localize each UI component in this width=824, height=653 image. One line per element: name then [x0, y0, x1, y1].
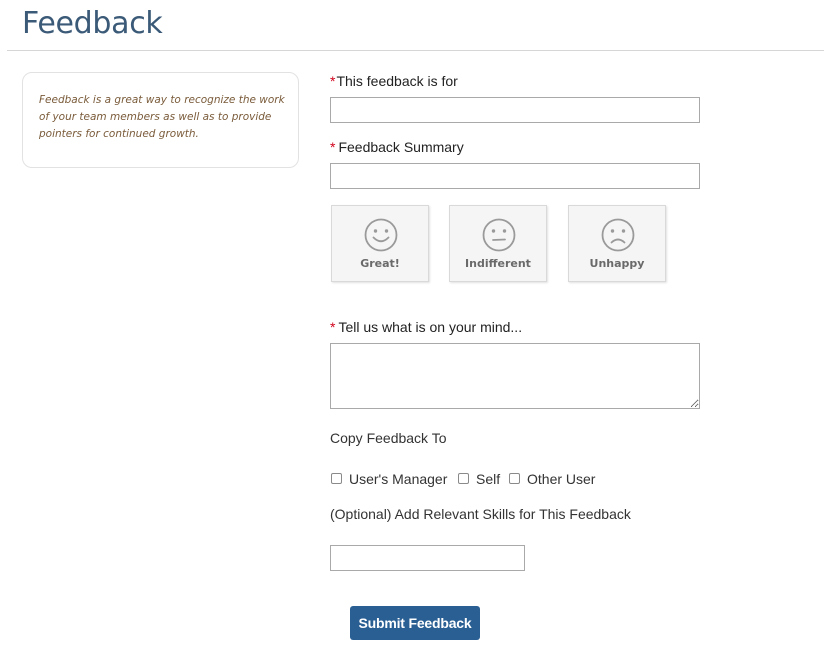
header-divider	[7, 50, 824, 51]
feedback-for-label: *This feedback is for	[330, 73, 458, 89]
submit-feedback-button[interactable]: Submit Feedback	[350, 606, 480, 640]
copy-other-user-label[interactable]: Other User	[527, 471, 595, 487]
copy-other-user-checkbox[interactable]	[509, 473, 520, 484]
copy-feedback-label: Copy Feedback To	[330, 430, 447, 446]
feedback-for-label-text: This feedback is for	[336, 73, 458, 89]
mood-great-button[interactable]: Great!	[331, 205, 429, 282]
copy-self-label[interactable]: Self	[476, 471, 500, 487]
neutral-face-icon	[482, 218, 516, 252]
required-marker: *	[330, 319, 336, 335]
copy-managers-label[interactable]: User's Manager	[349, 471, 447, 487]
mood-indifferent-button[interactable]: Indifferent	[449, 205, 547, 282]
mind-label-text: Tell us what is on your mind...	[338, 319, 523, 335]
sad-face-icon	[601, 218, 635, 252]
skills-label: (Optional) Add Relevant Skills for This …	[330, 506, 631, 522]
required-marker: *	[330, 73, 336, 89]
mood-unhappy-label: Unhappy	[589, 257, 645, 270]
summary-label-text: Feedback Summary	[338, 139, 464, 155]
mind-label: * Tell us what is on your mind...	[330, 319, 522, 335]
smile-face-icon	[364, 218, 398, 252]
copy-managers-checkbox[interactable]	[331, 473, 342, 484]
page-title: Feedback	[22, 6, 163, 41]
info-box: Feedback is a great way to recognize the…	[22, 72, 299, 168]
feedback-summary-input[interactable]	[330, 163, 700, 189]
mood-unhappy-button[interactable]: Unhappy	[568, 205, 666, 282]
summary-label: * Feedback Summary	[330, 139, 464, 155]
mind-textarea[interactable]	[330, 343, 700, 409]
mood-great-label: Great!	[360, 257, 400, 270]
mood-indifferent-label: Indifferent	[465, 257, 531, 270]
skills-input[interactable]	[330, 545, 525, 571]
copy-self-checkbox[interactable]	[458, 473, 469, 484]
required-marker: *	[330, 139, 336, 155]
feedback-for-input[interactable]	[330, 97, 700, 123]
info-text: Feedback is a great way to recognize the…	[39, 94, 285, 140]
